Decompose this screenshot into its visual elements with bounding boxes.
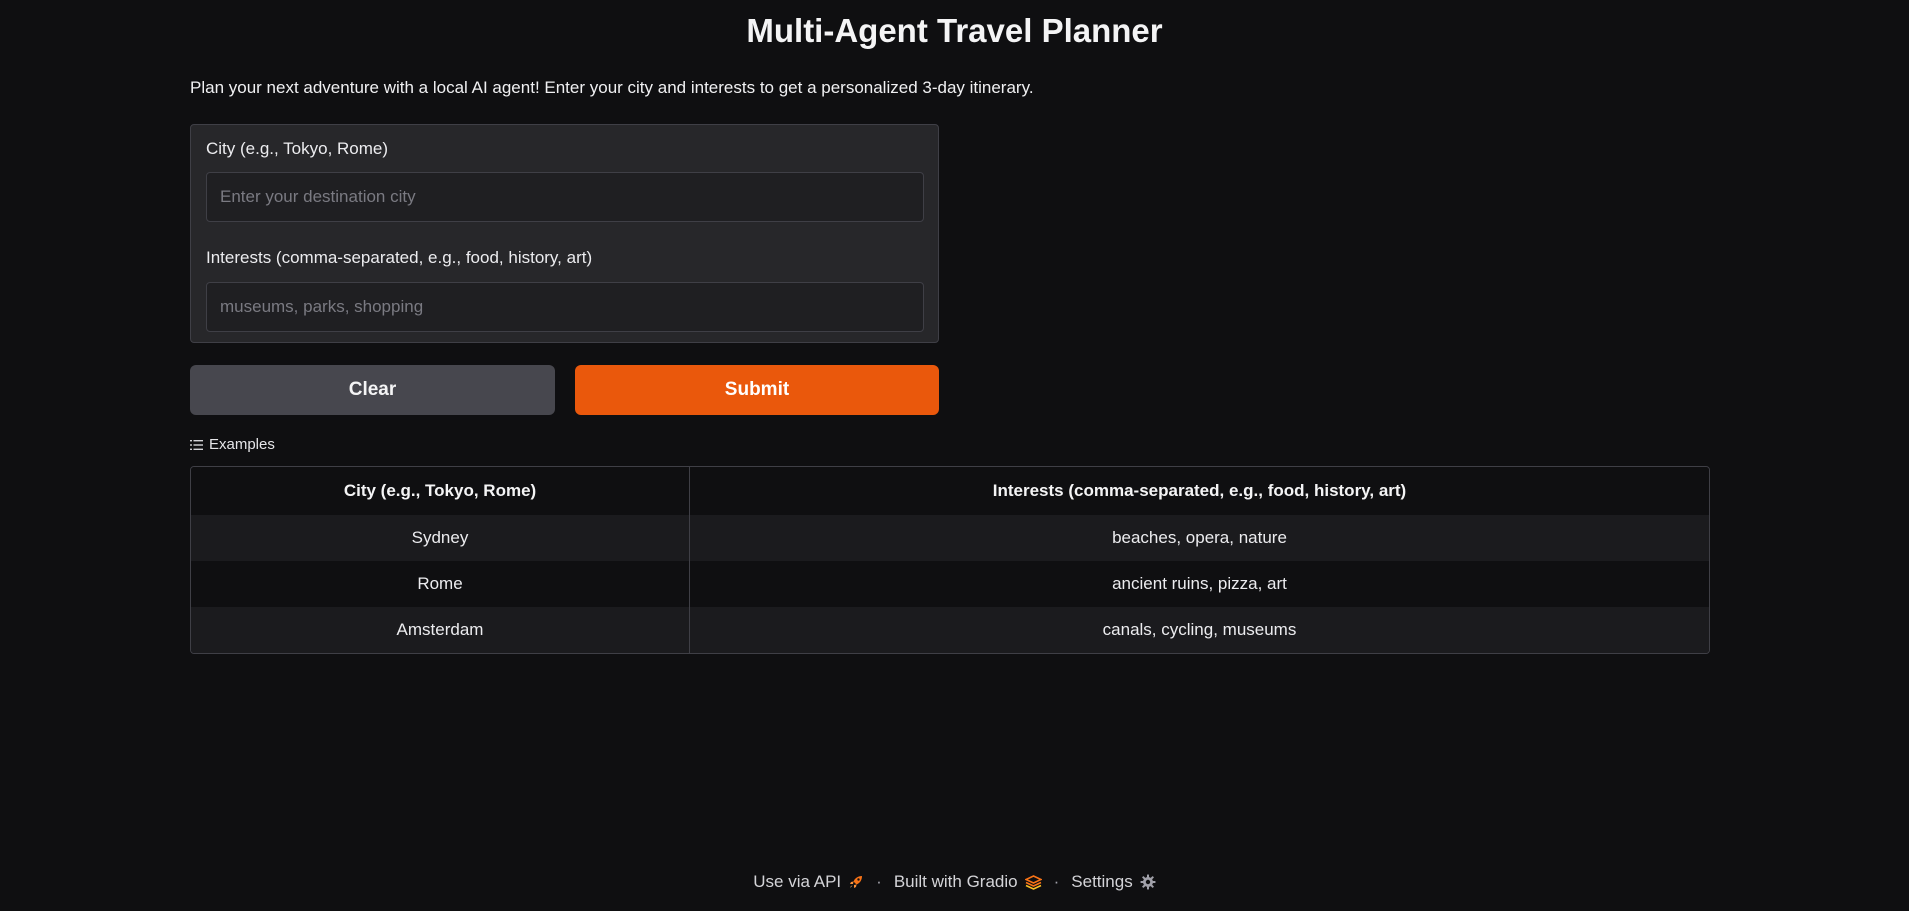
city-input[interactable] xyxy=(206,172,924,222)
examples-row[interactable]: Amsterdam canals, cycling, museums xyxy=(191,607,1709,653)
input-form-panel: City (e.g., Tokyo, Rome) Interests (comm… xyxy=(190,124,939,343)
gear-icon xyxy=(1140,874,1156,890)
example-city-cell[interactable]: Rome xyxy=(191,561,690,607)
settings-label: Settings xyxy=(1071,872,1133,891)
examples-row[interactable]: Rome ancient ruins, pizza, art xyxy=(191,561,1709,607)
built-with-gradio-label: Built with Gradio xyxy=(893,872,1018,891)
use-via-api-label: Use via API xyxy=(753,872,842,891)
examples-row[interactable]: Sydney beaches, opera, nature xyxy=(191,515,1709,561)
city-field-label: City (e.g., Tokyo, Rome) xyxy=(206,139,389,158)
gradio-logo-icon xyxy=(1024,874,1042,890)
examples-heading: Examples xyxy=(190,436,275,453)
examples-label: Examples xyxy=(209,436,275,453)
example-city-cell[interactable]: Sydney xyxy=(191,515,690,561)
interests-field-label: Interests (comma-separated, e.g., food, … xyxy=(206,248,593,267)
examples-header-city: City (e.g., Tokyo, Rome) xyxy=(191,467,690,515)
examples-header-row: City (e.g., Tokyo, Rome) Interests (comm… xyxy=(191,467,1709,515)
page-title: Multi-Agent Travel Planner xyxy=(746,12,1163,49)
footer-separator: · xyxy=(1053,872,1060,891)
clear-button[interactable]: Clear xyxy=(190,365,555,415)
example-interests-cell[interactable]: canals, cycling, museums xyxy=(690,607,1709,653)
submit-button[interactable]: Submit xyxy=(575,365,939,415)
rocket-icon xyxy=(848,874,864,890)
use-via-api-link[interactable]: Use via API xyxy=(753,872,864,892)
examples-header-interests: Interests (comma-separated, e.g., food, … xyxy=(992,481,1407,500)
footer-separator: · xyxy=(876,872,882,891)
examples-table: City (e.g., Tokyo, Rome) Interests (comm… xyxy=(190,466,1710,654)
example-interests-cell[interactable]: beaches, opera, nature xyxy=(690,515,1709,561)
app-page: Multi-Agent Travel Planner Plan your nex… xyxy=(0,0,1909,911)
list-icon xyxy=(190,439,203,450)
example-interests-cell[interactable]: ancient ruins, pizza, art xyxy=(690,561,1709,607)
page-description: Plan your next adventure with a local AI… xyxy=(190,78,1034,97)
example-city-cell[interactable]: Amsterdam xyxy=(191,607,690,653)
footer: Use via API · Built with Gradio · Settin… xyxy=(0,872,1909,892)
settings-link[interactable]: Settings xyxy=(1071,872,1156,892)
built-with-gradio-link[interactable]: Built with Gradio xyxy=(894,872,1042,892)
interests-input[interactable] xyxy=(206,282,924,332)
